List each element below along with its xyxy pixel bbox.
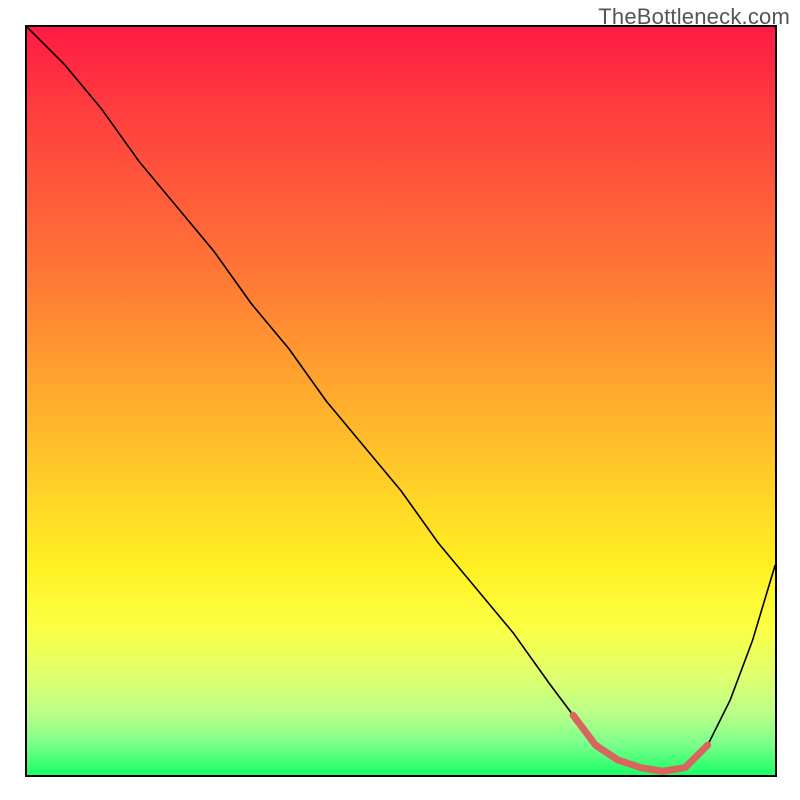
chart-container: TheBottleneck.com xyxy=(0,0,800,800)
bottleneck-curve-path xyxy=(27,27,775,771)
plot-area xyxy=(25,25,777,777)
curve-layer xyxy=(27,27,775,775)
watermark-text: TheBottleneck.com xyxy=(598,4,790,30)
highlight-band-path xyxy=(573,715,708,771)
